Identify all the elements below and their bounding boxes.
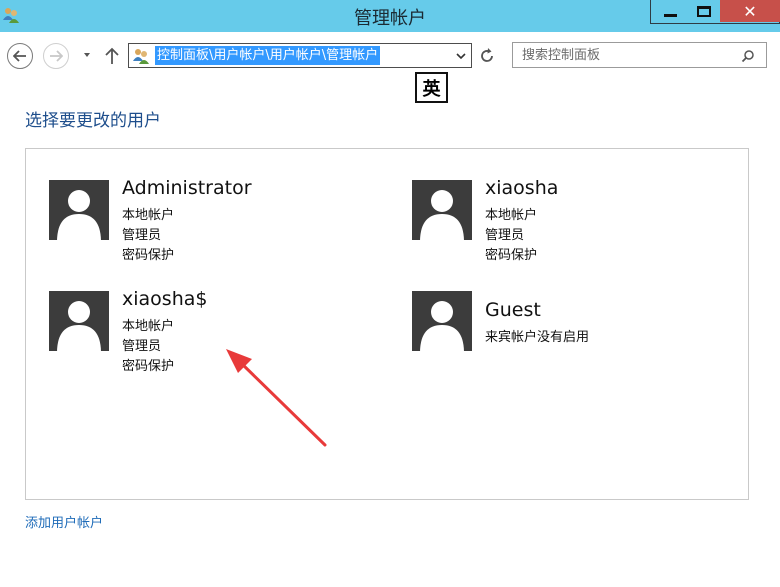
user-name: xiaosha$ — [122, 288, 208, 310]
user-account-type: 本地帐户 — [122, 319, 175, 334]
user-password-status: 密码保护 — [485, 248, 538, 263]
search-icon[interactable] — [741, 49, 755, 63]
address-bar[interactable]: 控制面板\用户帐户\用户帐户\管理帐户 — [128, 43, 472, 68]
user-account-status: 来宾帐户没有启用 — [485, 330, 590, 345]
forward-button[interactable] — [43, 43, 69, 69]
user-name: Administrator — [122, 177, 252, 199]
user-avatar-icon — [49, 291, 109, 351]
user-avatar-icon — [412, 180, 472, 240]
user-card-guest[interactable]: Guest 来宾帐户没有启用 — [412, 291, 712, 381]
user-role: 管理员 — [122, 228, 162, 243]
title-bar: 管理帐户 ✕ — [0, 0, 780, 32]
users-icon — [133, 49, 149, 64]
user-account-type: 本地帐户 — [122, 208, 175, 223]
user-card-administrator[interactable]: Administrator 本地帐户 管理员 密码保护 — [49, 177, 349, 270]
back-button[interactable] — [7, 43, 33, 69]
user-role: 管理员 — [485, 228, 525, 243]
minimize-icon — [663, 13, 677, 17]
user-accounts-panel: Administrator 本地帐户 管理员 密码保护 xiaosha 本地帐户… — [25, 148, 749, 500]
page-heading: 选择要更改的用户 — [25, 111, 161, 131]
back-arrow-icon — [13, 50, 26, 62]
user-card-xiaosha[interactable]: xiaosha 本地帐户 管理员 密码保护 — [412, 177, 712, 270]
close-button[interactable]: ✕ — [720, 0, 780, 22]
maximize-button[interactable] — [687, 0, 720, 22]
user-name: xiaosha — [485, 177, 559, 199]
ime-mode-indicator: 英 — [415, 72, 448, 103]
address-path-text[interactable]: 控制面板\用户帐户\用户帐户\管理帐户 — [155, 46, 381, 65]
user-card-xiaosha-hidden[interactable]: xiaosha$ 本地帐户 管理员 密码保护 — [49, 288, 349, 381]
user-password-status: 密码保护 — [122, 248, 175, 263]
forward-arrow-icon — [50, 50, 63, 62]
search-input[interactable] — [522, 46, 737, 64]
user-name: Guest — [485, 299, 541, 321]
refresh-icon[interactable] — [477, 46, 497, 66]
user-password-status: 密码保护 — [122, 359, 175, 374]
user-account-type: 本地帐户 — [485, 208, 538, 223]
minimize-button[interactable] — [653, 0, 687, 22]
maximize-icon — [696, 5, 711, 17]
up-arrow-icon[interactable] — [103, 46, 121, 66]
search-box[interactable] — [512, 42, 767, 68]
add-user-account-link[interactable]: 添加用户帐户 — [25, 512, 103, 531]
close-icon: ✕ — [743, 1, 757, 21]
user-avatar-icon — [412, 291, 472, 351]
chevron-down-icon[interactable] — [455, 50, 467, 62]
user-role: 管理员 — [122, 339, 162, 354]
user-avatar-icon — [49, 180, 109, 240]
recent-locations-dropdown-icon[interactable] — [82, 50, 92, 60]
navigation-bar: 控制面板\用户帐户\用户帐户\管理帐户 — [0, 32, 780, 78]
